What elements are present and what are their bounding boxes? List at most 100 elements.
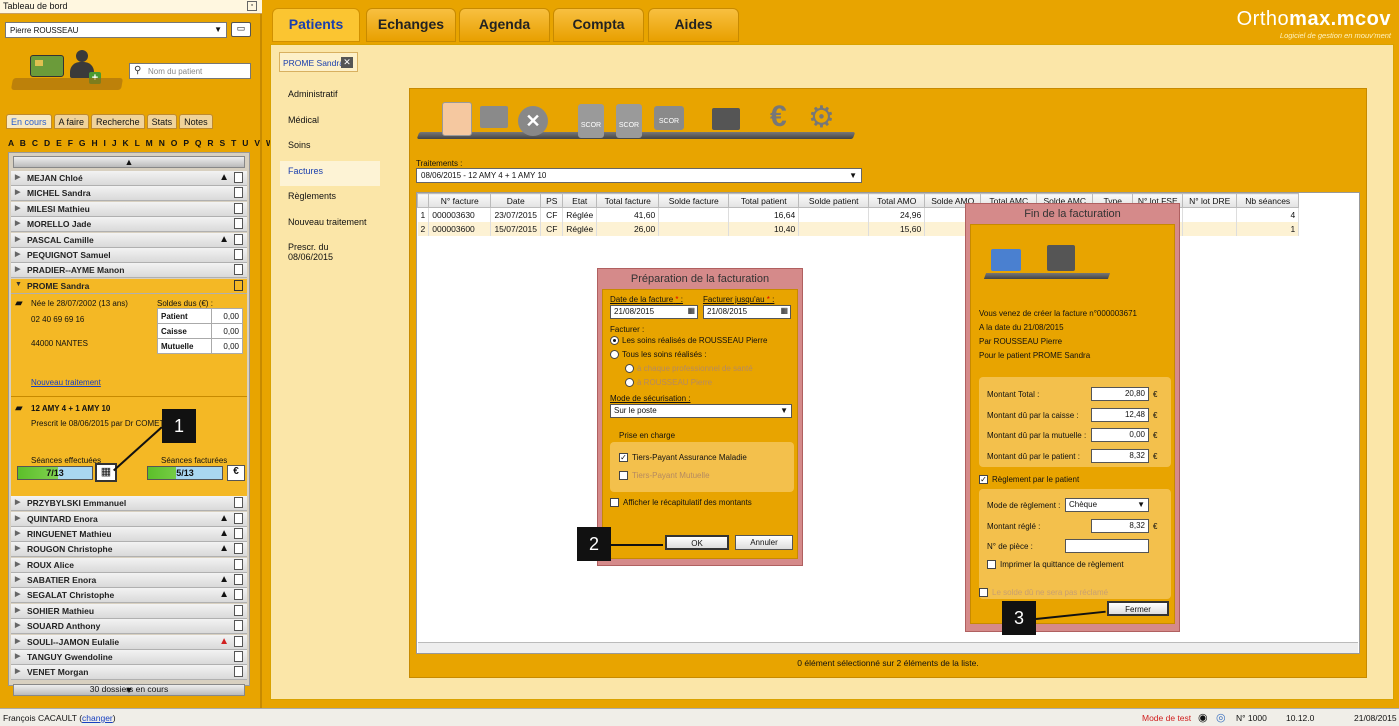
- document-icon[interactable]: [234, 574, 243, 586]
- column-header-index[interactable]: [416, 193, 430, 208]
- patient-row-venet-morgan[interactable]: ▶ VENET Morgan: [11, 665, 247, 681]
- document-icon[interactable]: [234, 635, 243, 647]
- restore-icon[interactable]: ▫: [247, 1, 257, 11]
- tab-en-cours[interactable]: En cours: [6, 114, 52, 129]
- document-icon[interactable]: [234, 233, 243, 245]
- column-header-etat[interactable]: Etat: [562, 193, 598, 208]
- invoice-date-field[interactable]: 21/08/2015 ▦: [610, 305, 698, 319]
- menu-item-prescr-du-08-06-2015[interactable]: Prescr. du 08/06/2015: [280, 237, 380, 263]
- reglement-patient-checkbox[interactable]: ✓ Règlement par le patient: [979, 475, 1079, 485]
- menu-item-reglements[interactable]: Règlements: [280, 186, 380, 212]
- document-icon[interactable]: [234, 620, 243, 632]
- column-header-n-lot-dre[interactable]: N° lot DRE: [1182, 193, 1238, 208]
- scor-icon[interactable]: SCOR: [578, 104, 604, 138]
- tab-recherche[interactable]: Recherche: [91, 114, 145, 129]
- patient-row-michel-sandra[interactable]: ▶ MICHEL Sandra: [11, 186, 247, 202]
- traitements-select[interactable]: 08/06/2015 - 12 AMY 4 + 1 AMY 10 ▼: [416, 168, 862, 183]
- treatment-title[interactable]: 12 AMY 4 + 1 AMY 10: [31, 404, 110, 413]
- printer-icon[interactable]: [712, 108, 740, 130]
- patient-tab[interactable]: PROME Sandra ✕: [279, 52, 358, 72]
- vitale-card-icon[interactable]: [30, 55, 64, 77]
- scroll-up-button[interactable]: ▲: [13, 156, 245, 168]
- document-icon[interactable]: [234, 202, 243, 214]
- tab-compta[interactable]: Compta: [553, 8, 644, 42]
- bill-until-field[interactable]: 21/08/2015 ▦: [703, 305, 791, 319]
- secu-select[interactable]: Sur le poste ▼: [610, 404, 792, 418]
- alphabet-filter[interactable]: A B C D E F G H I J K L M N O P Q R S T …: [8, 138, 308, 148]
- column-header-nb-seances[interactable]: Nb séances: [1236, 193, 1300, 208]
- patient-row-pradier-ayme-manon[interactable]: ▶ PRADIER--AYME Manon: [11, 263, 247, 279]
- patient-row-roux-alice[interactable]: ▶ ROUX Alice: [11, 557, 247, 573]
- menu-item-administratif[interactable]: Administratif: [280, 84, 380, 110]
- patient-row-przybylski-emmanuel[interactable]: ▶ PRZYBYLSKI Emmanuel: [11, 496, 247, 512]
- radio-own-care[interactable]: Les soins réalisés de ROUSSEAU Pierre: [610, 336, 767, 346]
- document-icon[interactable]: [234, 589, 243, 601]
- radio-all-care[interactable]: Tous les soins réalisés :: [610, 350, 706, 360]
- user-card-button[interactable]: ▭: [231, 22, 251, 37]
- ok-button[interactable]: OK: [665, 535, 729, 550]
- change-user-link[interactable]: changer: [82, 713, 113, 723]
- patient-row-sohier-mathieu[interactable]: ▶ SOHIER Mathieu: [11, 603, 247, 619]
- close-icon[interactable]: ✕: [341, 57, 353, 68]
- tab-a-faire[interactable]: A faire: [53, 114, 90, 129]
- tab-stats[interactable]: Stats: [146, 114, 178, 129]
- calculator-icon[interactable]: ▦: [95, 463, 117, 483]
- column-header-total-amo[interactable]: Total AMO: [868, 193, 926, 208]
- column-header-total-facture[interactable]: Total facture: [596, 193, 660, 208]
- euro-icon[interactable]: €: [770, 100, 800, 134]
- document-icon[interactable]: [234, 172, 243, 183]
- patient-row-sabatier-enora[interactable]: ▶ SABATIER Enora ▲: [11, 573, 247, 589]
- column-header-solde-patient[interactable]: Solde patient: [798, 193, 870, 208]
- calendar-icon[interactable]: ▦: [687, 306, 695, 315]
- document-icon[interactable]: [234, 666, 243, 678]
- document-icon[interactable]: [234, 651, 243, 663]
- document-icon[interactable]: [234, 264, 243, 276]
- cancel-icon[interactable]: ✕: [518, 106, 548, 136]
- quittance-checkbox[interactable]: Imprimer la quittance de règlement: [987, 560, 1124, 570]
- settings-icon[interactable]: ⚙: [808, 100, 838, 134]
- document-icon[interactable]: [234, 218, 243, 230]
- document-icon[interactable]: [234, 558, 243, 570]
- column-header-solde-facture[interactable]: Solde facture: [658, 193, 730, 208]
- tp-amo-checkbox[interactable]: ✓ Tiers-Payant Assurance Maladie: [619, 453, 747, 463]
- menu-item-soins[interactable]: Soins: [280, 135, 380, 161]
- tab-aides[interactable]: Aides: [648, 8, 739, 42]
- amount-field[interactable]: 20,80: [1091, 387, 1149, 401]
- close-button[interactable]: Fermer: [1107, 601, 1169, 616]
- menu-item-nouveau-traitement[interactable]: Nouveau traitement: [280, 212, 380, 238]
- patient-row-milesi-mathieu[interactable]: ▶ MILESI Mathieu: [11, 201, 247, 217]
- menu-item-factures[interactable]: Factures: [280, 160, 380, 186]
- patient-row-segalat-christophe[interactable]: ▶ SEGALAT Christophe ▲: [11, 588, 247, 604]
- scor-folder-icon[interactable]: SCOR: [654, 106, 684, 130]
- document-icon[interactable]: [234, 497, 243, 509]
- menu-item-medical[interactable]: Médical: [280, 110, 380, 136]
- document-icon[interactable]: [234, 512, 243, 524]
- horizontal-scrollbar[interactable]: [418, 642, 1358, 653]
- document-icon[interactable]: [234, 543, 243, 555]
- euro-button[interactable]: €: [227, 465, 245, 482]
- patient-row-pascal-camille[interactable]: ▶ PASCAL Camille ▲: [11, 232, 247, 248]
- patient-row-rougon-christophe[interactable]: ▶ ROUGON Christophe ▲: [11, 542, 247, 558]
- mode-reglement-select[interactable]: Chèque ▼: [1065, 498, 1149, 512]
- document-icon[interactable]: [234, 527, 243, 539]
- recap-checkbox[interactable]: Afficher le récapitulatif des montants: [610, 498, 752, 508]
- calendar-icon[interactable]: ▦: [780, 306, 788, 315]
- patient-row-ringuenet-mathieu[interactable]: ▶ RINGUENET Mathieu ▲: [11, 526, 247, 542]
- cancel-button[interactable]: Annuler: [735, 535, 793, 550]
- column-header-date[interactable]: Date: [490, 193, 542, 208]
- amount-field[interactable]: 12,48: [1091, 407, 1149, 422]
- patient-search-input[interactable]: ⚲ Nom du patient: [129, 63, 251, 79]
- invoice-icon[interactable]: [442, 102, 472, 136]
- document-icon[interactable]: [234, 248, 243, 260]
- column-header-total-patient[interactable]: Total patient: [728, 193, 800, 208]
- column-header-n-facture[interactable]: N° facture: [428, 193, 492, 208]
- patient-row-souli-jamon-eulalie[interactable]: ▶ SOULI--JAMON Eulalie ▲: [11, 634, 247, 650]
- tab-agenda[interactable]: Agenda: [459, 8, 550, 42]
- patient-row-pequignot-samuel[interactable]: ▶ PEQUIGNOT Samuel: [11, 247, 247, 263]
- user-select[interactable]: Pierre ROUSSEAU ▼: [5, 22, 227, 38]
- tab-patients[interactable]: Patients: [272, 8, 360, 42]
- piece-field[interactable]: [1065, 539, 1149, 553]
- patient-row-tanguy-gwendoline[interactable]: ▶ TANGUY Gwendoline: [11, 650, 247, 666]
- column-header-ps[interactable]: PS: [540, 193, 564, 208]
- document-icon[interactable]: [234, 604, 243, 616]
